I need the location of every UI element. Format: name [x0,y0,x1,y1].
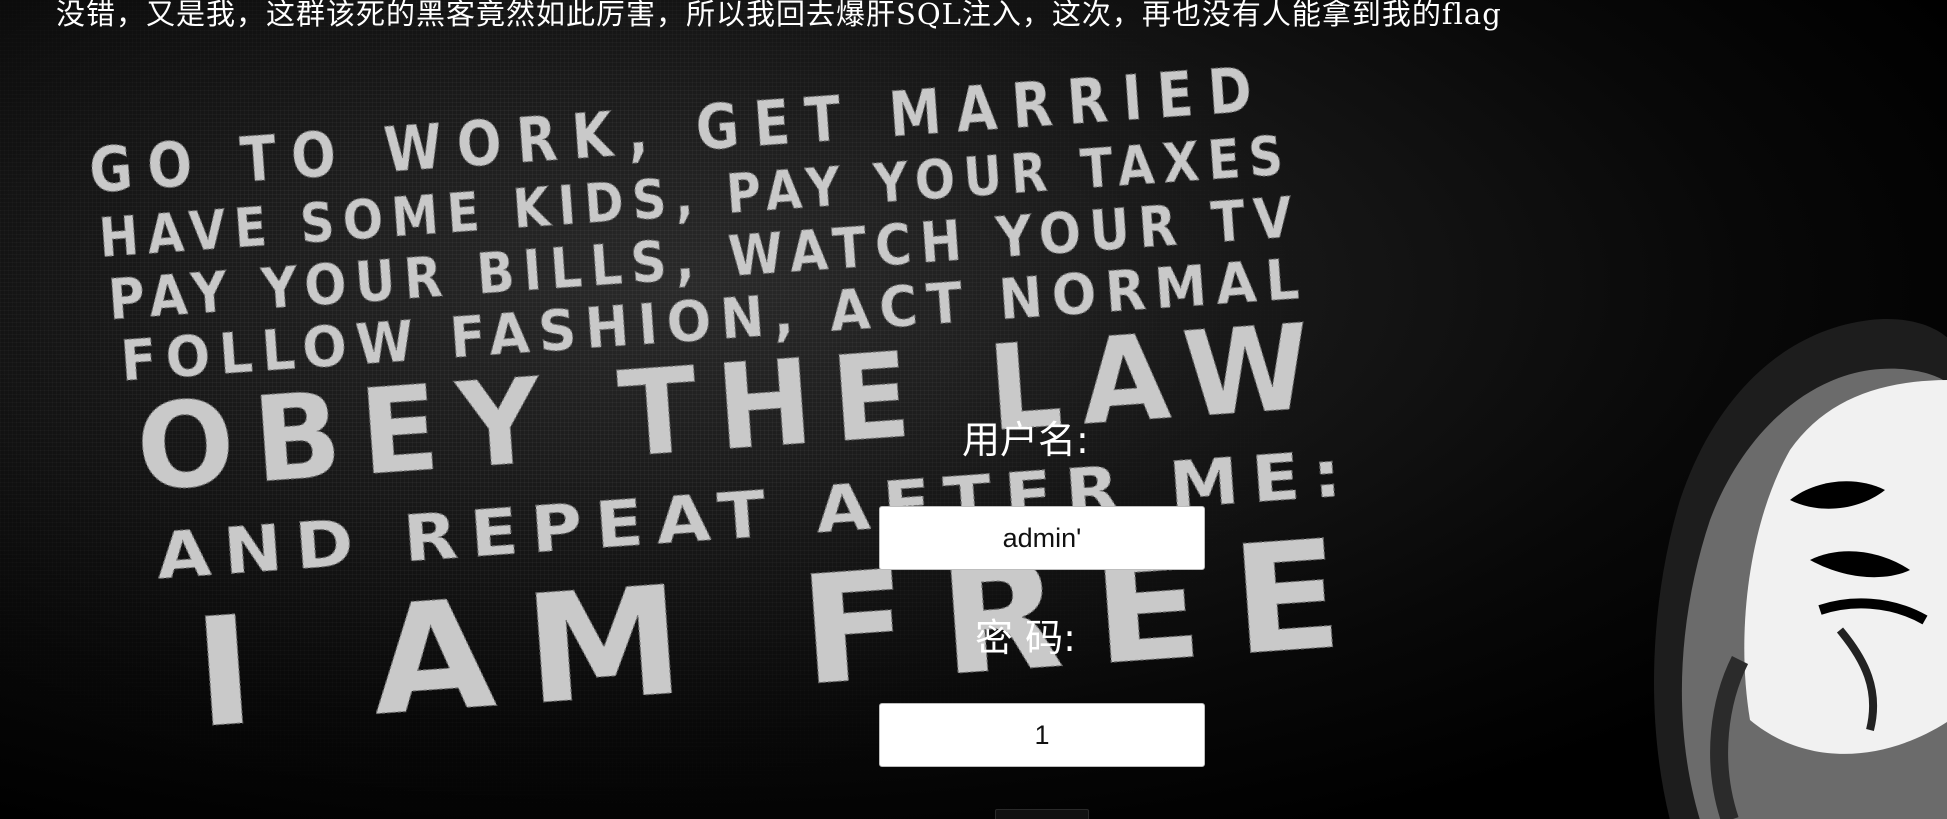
login-page: GO TO WORK, GET MARRIED HAVE SOME KIDS, … [0,0,1947,819]
login-submit-button[interactable] [995,809,1089,819]
username-input[interactable] [879,506,1205,570]
guy-fawkes-mask-icon [1654,319,1947,819]
password-input[interactable] [879,703,1205,767]
username-label: 用户名: [962,418,1089,462]
scrolling-banner-text: 没错，又是我，这群该死的黑客竟然如此厉害，所以我回去爆肝SQL注入，这次，再也没… [56,0,1502,31]
password-label: 密 码: [975,616,1076,660]
